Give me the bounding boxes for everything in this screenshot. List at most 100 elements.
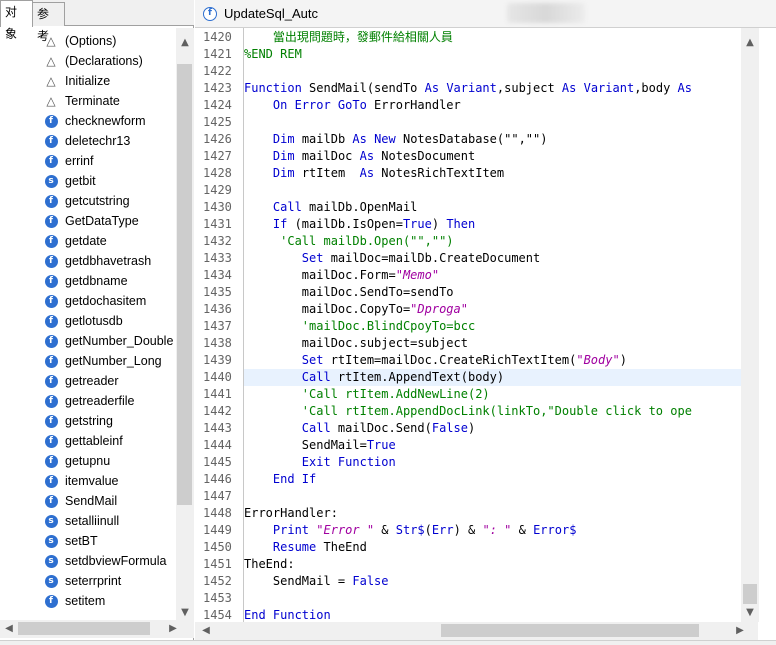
code-line[interactable]: 1423 Function SendMail(sendTo As Variant,… bbox=[195, 80, 758, 97]
code-text: Set mailDoc=mailDb.CreateDocument bbox=[301, 251, 541, 265]
object-list-item[interactable]: f getupnu bbox=[0, 452, 176, 472]
object-list-item[interactable]: f getcutstring bbox=[0, 192, 176, 212]
code-line[interactable]: 1436 mailDoc.CopyTo="Dproga" bbox=[195, 301, 758, 318]
object-list-item[interactable]: △ (Declarations) bbox=[0, 52, 176, 72]
function-icon: f bbox=[44, 114, 58, 128]
scrollbar-thumb[interactable] bbox=[18, 622, 150, 635]
code-line[interactable]: 1443 Call mailDoc.Send(False) bbox=[195, 420, 758, 437]
code-line[interactable]: 1429 bbox=[195, 182, 758, 199]
code-text: mailDoc.subject=subject bbox=[244, 336, 468, 350]
code-line[interactable]: 1441 'Call rtItem.AddNewLine(2) bbox=[195, 386, 758, 403]
code-line[interactable]: 1424 On Error GoTo ErrorHandler bbox=[195, 97, 758, 114]
event-triangle-icon: △ bbox=[46, 34, 56, 48]
code-line[interactable]: 1430 Call mailDb.OpenMail bbox=[195, 199, 758, 216]
code-line[interactable]: 1448 ErrorHandler: bbox=[195, 505, 758, 522]
code-line[interactable]: 1422 bbox=[195, 63, 758, 80]
code-line[interactable]: 1421 %END REM bbox=[195, 46, 758, 63]
object-list-item[interactable]: s seterrprint bbox=[0, 572, 176, 592]
event-triangle-icon: △ bbox=[46, 74, 56, 88]
object-list-item[interactable]: f setitem bbox=[0, 592, 176, 612]
code-line[interactable]: 1454 End Function bbox=[195, 607, 758, 622]
object-list-item[interactable]: f getdbname bbox=[0, 272, 176, 292]
scroll-left-arrow-icon[interactable]: ◀ bbox=[197, 622, 215, 640]
tab-reference[interactable]: 参考 bbox=[32, 2, 65, 43]
code-line[interactable]: 1426 Dim mailDb As New NotesDatabase("",… bbox=[195, 131, 758, 148]
object-list-item[interactable]: △ Initialize bbox=[0, 72, 176, 92]
code-line[interactable]: 1438 mailDoc.subject=subject bbox=[195, 335, 758, 352]
scroll-down-arrow-icon[interactable]: ▼ bbox=[741, 604, 759, 622]
tab-objects[interactable]: 对象 bbox=[0, 0, 33, 41]
object-list-item[interactable]: f getdate bbox=[0, 232, 176, 252]
object-list-item[interactable]: f SendMail bbox=[0, 492, 176, 512]
code-line[interactable]: 1435 mailDoc.SendTo=sendTo bbox=[195, 284, 758, 301]
code-text: 'Call rtItem.AddNewLine(2) bbox=[244, 387, 490, 401]
scroll-right-arrow-icon[interactable]: ▶ bbox=[731, 622, 749, 640]
code-line[interactable]: 1437 'mailDoc.BlindCpoyTo=bcc bbox=[195, 318, 758, 335]
object-list-item[interactable]: f itemvalue bbox=[0, 472, 176, 492]
object-list-item[interactable]: s setBT bbox=[0, 532, 176, 552]
line-number: 1429 bbox=[203, 183, 232, 197]
object-list-vertical-scrollbar[interactable]: ▲ ▼ bbox=[176, 28, 194, 620]
code-line[interactable]: 1427 Dim mailDoc As NotesDocument bbox=[195, 148, 758, 165]
function-icon: f bbox=[44, 134, 58, 148]
object-list-item-label: (Options) bbox=[65, 34, 117, 48]
code-line[interactable]: 1432 'Call mailDb.Open("","") bbox=[195, 233, 758, 250]
object-list-horizontal-scrollbar[interactable]: ◀ ▶ bbox=[0, 620, 194, 638]
editor-tab[interactable]: f UpdateSql_Autc bbox=[198, 2, 338, 26]
code-line[interactable]: 1434 mailDoc.Form="Memo" bbox=[195, 267, 758, 284]
code-line[interactable]: 1444 SendMail=True bbox=[195, 437, 758, 454]
code-line[interactable]: 1451 TheEnd: bbox=[195, 556, 758, 573]
object-browser-tabs: 对象 参考 bbox=[0, 0, 194, 43]
code-line[interactable]: 1452 SendMail = False bbox=[195, 573, 758, 590]
code-vertical-scrollbar[interactable]: ▲ ▼ bbox=[741, 28, 759, 622]
line-number: 1438 bbox=[203, 336, 232, 350]
code-line[interactable]: 1433 Set mailDoc=mailDb.CreateDocument bbox=[195, 250, 758, 267]
scrollbar-thumb[interactable] bbox=[743, 584, 757, 604]
object-list-item[interactable]: △ Terminate bbox=[0, 92, 176, 112]
code-line[interactable]: 1445 Exit Function bbox=[195, 454, 758, 471]
object-list-item[interactable]: s setalliinull bbox=[0, 512, 176, 532]
code-line[interactable]: 1447 bbox=[195, 488, 758, 505]
scroll-right-arrow-icon[interactable]: ▶ bbox=[164, 620, 182, 638]
code-text: On Error GoTo ErrorHandler bbox=[272, 98, 461, 112]
code-editor[interactable]: 1420 當出現問題時，發郵件給相關人員 1421 %END REM 1422 1423… bbox=[195, 28, 758, 622]
code-line[interactable]: 1431 If (mailDb.IsOpen=True) Then bbox=[195, 216, 758, 233]
object-list-item[interactable]: f getdochasitem bbox=[0, 292, 176, 312]
line-number: 1445 bbox=[203, 455, 232, 469]
code-line[interactable]: 1446 End If bbox=[195, 471, 758, 488]
object-list-item[interactable]: f gettableinf bbox=[0, 432, 176, 452]
scrollbar-thumb[interactable] bbox=[177, 64, 192, 505]
code-line[interactable]: 1428 Dim rtItem As NotesRichTextItem bbox=[195, 165, 758, 182]
scroll-up-arrow-icon[interactable]: ▲ bbox=[176, 34, 194, 52]
object-list-item[interactable]: f getreader bbox=[0, 372, 176, 392]
code-line[interactable]: 1439 Set rtItem=mailDoc.CreateRichTextIt… bbox=[195, 352, 758, 369]
object-list-item[interactable]: f GetDataType bbox=[0, 212, 176, 232]
code-line[interactable]: 1425 bbox=[195, 114, 758, 131]
object-list-item[interactable]: s setdbviewFormula bbox=[0, 552, 176, 572]
code-line[interactable]: 1442 'Call rtItem.AppendDocLink(linkTo,"… bbox=[195, 403, 758, 420]
function-icon: f bbox=[44, 374, 58, 388]
object-list-item[interactable]: f errinf bbox=[0, 152, 176, 172]
object-list-item[interactable]: s getbit bbox=[0, 172, 176, 192]
code-line[interactable]: 1449 Print "Error " & Str$(Err) & ": " &… bbox=[195, 522, 758, 539]
object-list-item[interactable]: f getlotusdb bbox=[0, 312, 176, 332]
object-list-item-label: getlotusdb bbox=[65, 314, 123, 328]
function-icon: f bbox=[44, 414, 58, 428]
scroll-up-arrow-icon[interactable]: ▲ bbox=[741, 34, 759, 52]
function-icon: f bbox=[44, 394, 58, 408]
scroll-left-arrow-icon[interactable]: ◀ bbox=[0, 620, 18, 638]
scrollbar-thumb[interactable] bbox=[441, 624, 699, 637]
code-horizontal-scrollbar[interactable]: ◀ ▶ bbox=[195, 622, 758, 640]
code-line[interactable]: 1440 Call rtItem.AppendText(body) bbox=[195, 369, 758, 386]
code-line[interactable]: 1453 bbox=[195, 590, 758, 607]
object-list-item[interactable]: f getdbhavetrash bbox=[0, 252, 176, 272]
code-line[interactable]: 1450 Resume TheEnd bbox=[195, 539, 758, 556]
code-line[interactable]: 1420 當出現問題時，發郵件給相關人員 bbox=[195, 29, 758, 46]
object-list-item[interactable]: f getNumber_Double bbox=[0, 332, 176, 352]
object-list-item[interactable]: f getreaderfile bbox=[0, 392, 176, 412]
object-list-item[interactable]: f getNumber_Long bbox=[0, 352, 176, 372]
object-list-item[interactable]: △ (Options) bbox=[0, 32, 176, 52]
object-list-item[interactable]: f checknewform bbox=[0, 112, 176, 132]
object-list-item[interactable]: f getstring bbox=[0, 412, 176, 432]
object-list-item[interactable]: f deletechr13 bbox=[0, 132, 176, 152]
